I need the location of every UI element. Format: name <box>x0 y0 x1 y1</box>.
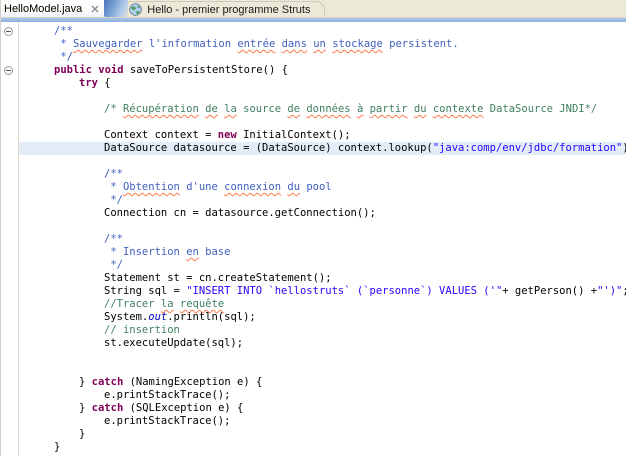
code-line: DataSource datasource = (DataSource) con… <box>19 142 626 155</box>
code-line: Connection cn = datasource.getConnection… <box>104 207 376 219</box>
code-line: } catch (NamingException e) { <box>79 376 263 388</box>
code-line: */ <box>104 194 123 206</box>
tab-label: Hello - premier programme Struts <box>147 3 311 16</box>
code-line: Context context = new InitialContext(); <box>104 129 351 141</box>
code-line: /** <box>104 233 123 245</box>
tab-hellomodel-java[interactable]: HelloModel.java <box>1 0 105 17</box>
code-area[interactable]: /** * Sauvegarder l'information entrée d… <box>19 22 626 456</box>
code-line: * Sauvegarder l'information entrée dans … <box>54 38 459 50</box>
code-line: //Tracer la requête <box>104 298 225 310</box>
gutter <box>1 22 19 456</box>
fold-collapse-icon[interactable] <box>4 66 13 75</box>
code-line: try { <box>79 77 111 89</box>
fold-collapse-icon[interactable] <box>4 27 13 36</box>
close-icon-glyph <box>91 5 99 12</box>
close-icon[interactable] <box>89 3 100 14</box>
code-line: } <box>54 441 61 453</box>
code-line: } catch (SQLException e) { <box>79 402 244 414</box>
code-line: Statement st = cn.createStatement(); <box>104 272 332 284</box>
globe-icon <box>129 3 142 16</box>
code-line: st.executeUpdate(sql); <box>104 337 244 349</box>
editor-tab-bar: HelloModel.java Hello - premier programm… <box>1 0 626 18</box>
code-editor[interactable]: /** * Sauvegarder l'information entrée d… <box>1 22 626 456</box>
code-line: System.out.println(sql); <box>104 311 256 323</box>
code-line: * Obtention d'une connexion du pool <box>104 181 332 193</box>
code-line: public void saveToPersistentStore() { <box>54 64 288 76</box>
tab-hello-premier-programme-struts[interactable]: Hello - premier programme Struts <box>122 1 326 17</box>
tab-swoosh-decoration <box>104 0 129 17</box>
code-line: e.printStackTrace(); <box>104 415 231 427</box>
code-line: */ <box>104 259 123 271</box>
code-line: } <box>79 428 86 440</box>
code-line: * Insertion en base <box>104 246 231 258</box>
code-line: // insertion <box>104 324 180 336</box>
code-line: */ <box>54 51 73 63</box>
tab-label: HelloModel.java <box>4 2 83 15</box>
code-line: e.printStackTrace(); <box>104 389 231 401</box>
code-line: String sql = "INSERT INTO `hellostruts` … <box>104 285 626 297</box>
code-line: /** <box>104 168 123 180</box>
code-line: /** <box>54 25 73 37</box>
editor-window: HelloModel.java Hello - premier programm… <box>0 0 626 456</box>
code-line: /* Récupération de la source de données … <box>104 103 598 115</box>
